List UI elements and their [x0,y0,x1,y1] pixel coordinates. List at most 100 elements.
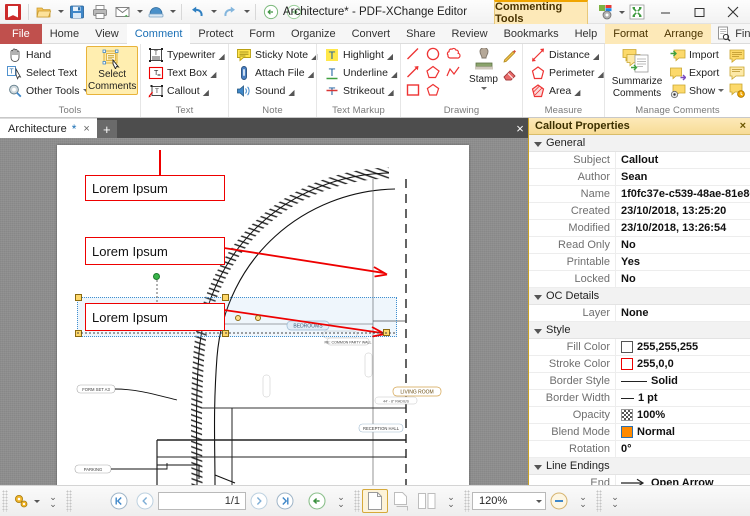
view-mode-grip[interactable] [354,490,360,512]
status-tools-button[interactable] [10,490,32,512]
tab-bookmarks[interactable]: Bookmarks [496,24,567,44]
tab-file[interactable]: File [0,24,42,44]
chevron-down-icon[interactable]: ◢ [308,70,314,79]
previous-view-button[interactable] [304,490,330,512]
comment-flag-button[interactable] [729,65,745,81]
chevron-down-icon[interactable] [480,86,487,90]
property-row-locked[interactable]: Locked No [529,270,750,288]
redo-dropdown[interactable] [242,1,251,23]
tab-convert[interactable]: Convert [344,24,399,44]
property-value[interactable]: 23/10/2018, 13:25:20 [615,202,750,220]
callout-3-handle-tl[interactable] [75,294,82,301]
chevron-down-icon[interactable]: ◢ [391,70,397,79]
tool-polyline[interactable] [445,64,465,82]
pdf-page[interactable]: RECEPTION HALL BEDROOMS LIVING ROOM FORM… [57,145,469,485]
summarize-comments-button[interactable]: Summarize Comments [609,46,665,101]
customize-ui-button[interactable] [595,1,617,23]
property-row-modified[interactable]: Modified 23/10/2018, 13:26:54 [529,219,750,237]
open-file-button[interactable] [33,1,55,23]
property-value[interactable]: None [615,304,750,322]
email-button[interactable] [112,1,134,23]
zoom-level-combobox[interactable]: 120% [472,492,546,510]
find-button[interactable]: Find... [711,26,750,42]
tool-select-text[interactable]: T Select Text [4,64,84,81]
callout-3-mid-handle[interactable] [255,315,261,321]
tool-highlight[interactable]: T Highlight ◢ [321,46,400,63]
property-value-container[interactable]: 255,255,255 [615,338,750,356]
chevron-down-icon[interactable]: ◢ [598,70,604,79]
continuous-view-button[interactable] [388,490,414,512]
status-tools-dropdown[interactable] [32,490,42,512]
undo-button[interactable] [186,1,208,23]
tool-line[interactable] [405,46,425,64]
tool-hand[interactable]: Hand [4,46,84,63]
page-number-input[interactable]: 1/1 [158,492,246,510]
property-row-subject[interactable]: Subject Callout [529,151,750,169]
section-header-general[interactable]: General [529,135,750,152]
tab-review[interactable]: Review [443,24,495,44]
scan-dropdown[interactable] [168,1,177,23]
callout-3-knee-handle[interactable] [235,315,241,321]
tool-polygon[interactable] [425,64,445,82]
view-mode-overflow[interactable]: ⌄ ⌄ [440,490,462,512]
two-page-view-button[interactable] [414,490,440,512]
chevron-down-icon[interactable]: ◢ [288,88,294,97]
property-value[interactable]: Yes [615,253,750,271]
close-properties-panel-icon[interactable]: × [740,120,746,132]
tab-protect[interactable]: Protect [190,24,241,44]
callout-3-handle-tr[interactable] [222,294,229,301]
close-window-button[interactable] [716,0,750,24]
undo-dropdown[interactable] [209,1,218,23]
property-row-stroke-color[interactable]: Stroke Color 255,0,0 [529,355,750,373]
property-row-created[interactable]: Created 23/10/2018, 13:25:20 [529,202,750,220]
section-header-line-endings[interactable]: Line Endings [529,458,750,475]
callout-1-box[interactable]: Lorem Ipsum [85,175,225,201]
import-comments-button[interactable]: Import [667,46,727,63]
tool-strikeout[interactable]: T Strikeout ◢ [321,82,400,99]
tool-perimeter[interactable]: Perimeter ◢ [527,64,607,81]
property-row-fill-color[interactable]: Fill Color 255,255,255 [529,338,750,356]
redo-button[interactable] [219,1,241,23]
back-button[interactable] [260,1,282,23]
callout-2-box[interactable]: Lorem Ipsum [85,237,225,265]
property-value-container[interactable]: Solid [615,372,750,390]
navigation-grip[interactable] [66,490,72,512]
tab-home[interactable]: Home [42,24,87,44]
next-page-button[interactable] [246,490,272,512]
tool-underline[interactable]: T Underline ◢ [321,64,400,81]
status-extra-overflow[interactable]: ⌄ ⌄ [604,490,626,512]
chevron-down-icon[interactable]: ◢ [387,88,393,97]
document-viewport[interactable]: RECEPTION HALL BEDROOMS LIVING ROOM FORM… [0,138,528,485]
tool-stamp[interactable]: Stamp [466,46,501,92]
property-value[interactable]: No [615,270,750,288]
section-header-oc-details[interactable]: OC Details [529,288,750,305]
forward-button[interactable] [283,1,305,23]
section-header-style[interactable]: Style [529,322,750,339]
tool-eraser[interactable] [502,66,518,82]
property-value[interactable]: Callout [615,151,750,169]
close-document-panel-icon[interactable]: × [512,120,528,136]
tab-comment[interactable]: Comment [126,24,191,44]
show-comments-button[interactable]: Show [667,82,727,99]
property-value-container[interactable]: 255,0,0 [615,355,750,373]
property-row-rotation[interactable]: Rotation 0° [529,440,750,458]
tool-ellipse[interactable] [425,46,445,64]
close-tab-icon[interactable]: × [81,123,91,135]
chevron-down-icon[interactable]: ◢ [387,52,393,61]
export-comments-button[interactable]: Export [667,64,727,81]
status-right-grip[interactable] [596,490,602,512]
contextual-tab-commenting-tools[interactable]: Commenting Tools [494,0,588,25]
previous-page-button[interactable] [132,490,158,512]
tool-pencil[interactable] [502,49,518,65]
property-value[interactable]: No [615,236,750,254]
chevron-down-icon[interactable] [536,499,542,503]
property-value-container[interactable]: 100% [615,406,750,424]
property-row-printable[interactable]: Printable Yes [529,253,750,271]
property-row-read-only[interactable]: Read Only No [529,236,750,254]
property-value-container[interactable]: Normal [615,423,750,441]
save-button[interactable] [66,1,88,23]
tool-distance[interactable]: Distance ◢ [527,46,607,63]
property-row-blend-mode[interactable]: Blend Mode Normal [529,423,750,441]
scan-button[interactable] [145,1,167,23]
tab-organize[interactable]: Organize [283,24,344,44]
